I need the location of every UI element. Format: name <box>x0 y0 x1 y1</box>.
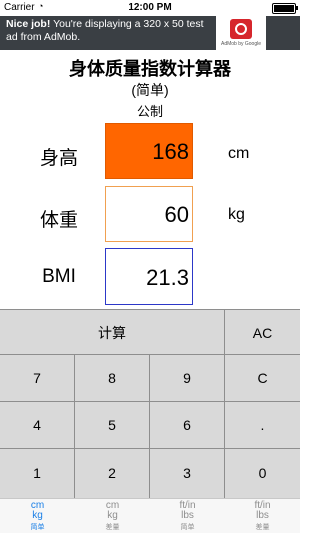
status-bar: Carrier ◔ 12:00 PM <box>0 0 300 16</box>
keypad: 计算 AC 7 8 9 C 4 5 6 . 1 2 3 0 <box>0 309 300 498</box>
key-9[interactable]: 9 <box>150 355 225 402</box>
battery-icon <box>272 3 298 14</box>
key-8[interactable]: 8 <box>75 355 150 402</box>
bmi-field[interactable]: 21.3 <box>105 248 193 305</box>
tab-imperial-delta[interactable]: ft/in lbs 差量 <box>225 499 300 534</box>
height-field[interactable]: 168 <box>105 123 193 179</box>
key-3[interactable]: 3 <box>150 449 225 498</box>
page-title: 身体质量指数计算器 <box>69 59 231 79</box>
ad-text[interactable]: Nice job! You're displaying a 320 x 50 t… <box>6 18 206 44</box>
tab-label: 简单 <box>30 524 45 531</box>
key-decimal[interactable]: . <box>225 402 300 449</box>
ad-banner[interactable]: Nice job! You're displaying a 320 x 50 t… <box>0 16 300 50</box>
key-clear[interactable]: C <box>225 355 300 402</box>
status-time: 12:00 PM <box>128 2 172 13</box>
tab-unit-secondary: kg <box>107 510 118 521</box>
page-subtitle: (简单) <box>131 82 169 98</box>
height-unit: cm <box>228 145 250 162</box>
tab-unit-secondary: lbs <box>181 510 194 521</box>
tab-metric-simple[interactable]: cm kg 简单 <box>0 499 75 534</box>
tab-label: 简单 <box>180 524 195 531</box>
all-clear-button[interactable]: AC <box>225 309 300 355</box>
tab-unit-secondary: lbs <box>256 510 269 521</box>
calculate-button[interactable]: 计算 <box>0 309 225 355</box>
tab-bar: cm kg 简单 cm kg 差量 ft/in lbs 简单 ft/in lbs… <box>0 498 300 533</box>
weight-label: 体重 <box>39 210 78 231</box>
key-5[interactable]: 5 <box>75 402 150 449</box>
key-4[interactable]: 4 <box>0 402 75 449</box>
admob-icon <box>230 19 252 39</box>
unit-system-label: 公制 <box>136 104 163 119</box>
key-2[interactable]: 2 <box>75 449 150 498</box>
weight-unit: kg <box>228 206 245 223</box>
weight-field[interactable]: 60 <box>105 186 193 242</box>
ad-headline: Nice job! <box>6 18 51 30</box>
admob-logo-text: AdMob by Google <box>220 41 262 47</box>
key-7[interactable]: 7 <box>0 355 75 402</box>
height-label: 身高 <box>39 148 78 169</box>
bmi-label: BMI <box>42 266 76 287</box>
key-6[interactable]: 6 <box>150 402 225 449</box>
tab-label: 差量 <box>255 524 270 531</box>
tab-label: 差量 <box>105 524 120 531</box>
tab-imperial-simple[interactable]: ft/in lbs 简单 <box>150 499 225 534</box>
key-0[interactable]: 0 <box>225 449 300 498</box>
key-1[interactable]: 1 <box>0 449 75 498</box>
tab-metric-delta[interactable]: cm kg 差量 <box>75 499 150 534</box>
admob-logo[interactable]: AdMob by Google <box>216 16 266 50</box>
tab-unit-secondary: kg <box>32 510 43 521</box>
